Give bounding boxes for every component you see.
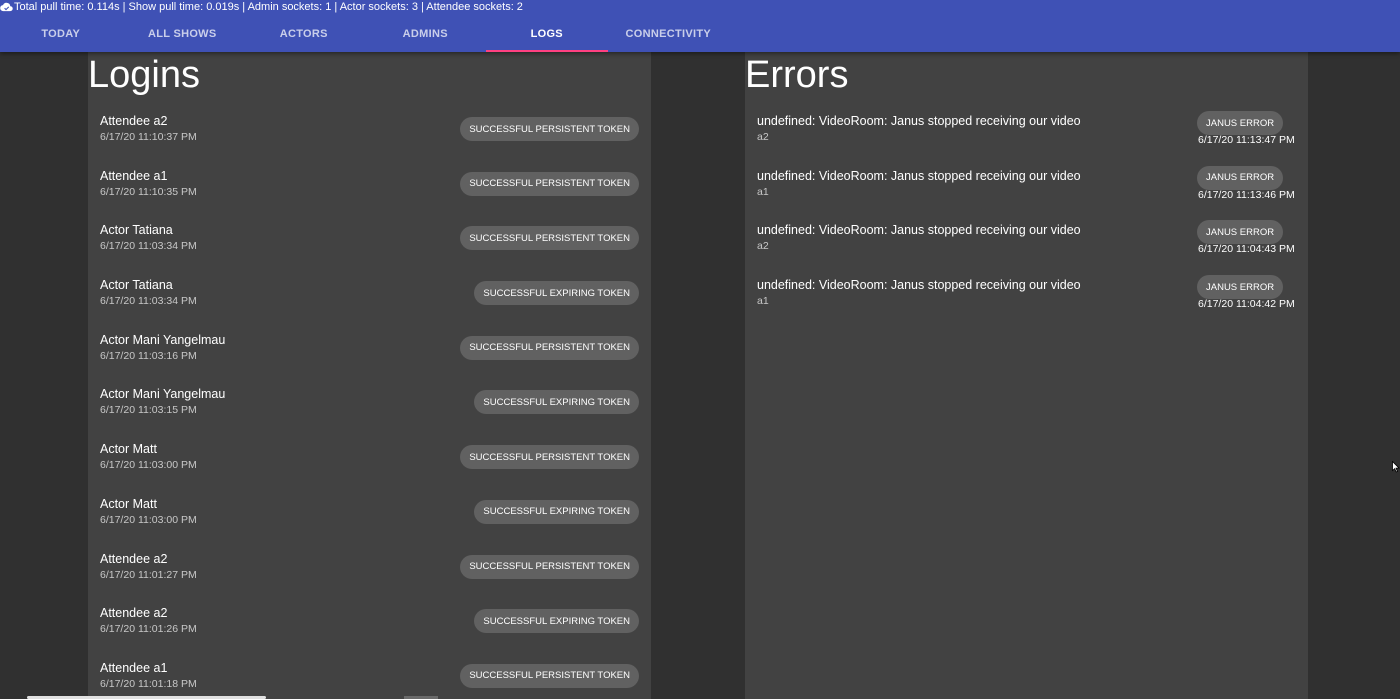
nav-tabs: TODAY ALL SHOWS ACTORS ADMINS LOGS CONNE… <box>0 16 729 52</box>
login-status-chip[interactable]: SUCCESSFUL EXPIRING TOKEN <box>474 281 639 306</box>
login-name: Attendee a2 <box>100 114 168 128</box>
login-status-chip[interactable]: SUCCESSFUL PERSISTENT TOKEN <box>460 226 639 251</box>
error-user: a1 <box>757 185 769 198</box>
list-item: Actor Mani Yangelmau 6/17/20 11:03:15 PM… <box>88 381 651 436</box>
error-type-chip[interactable]: JANUS ERROR <box>1197 220 1284 245</box>
login-time: 6/17/20 11:03:15 PM <box>100 404 197 417</box>
errors-title: Errors <box>745 54 849 96</box>
status-text: Total pull time: 0.114s | Show pull time… <box>14 1 523 13</box>
login-status-chip[interactable]: SUCCESSFUL EXPIRING TOKEN <box>474 499 639 524</box>
tab-today[interactable]: TODAY <box>0 16 122 52</box>
logins-panel: Logins Attendee a2 6/17/20 11:10:37 PM S… <box>88 52 651 699</box>
login-time: 6/17/20 11:03:34 PM <box>100 295 197 308</box>
login-time: 6/17/20 11:03:00 PM <box>100 513 197 526</box>
login-name: Attendee a1 <box>100 168 168 183</box>
error-message: undefined: VideoRoom: Janus stopped rece… <box>757 168 1081 183</box>
login-status-chip[interactable]: SUCCESSFUL PERSISTENT TOKEN <box>460 554 639 579</box>
login-status-chip[interactable]: SUCCESSFUL PERSISTENT TOKEN <box>460 117 639 141</box>
list-item: Attendee a2 6/17/20 11:10:37 PM SUCCESSF… <box>88 108 651 163</box>
list-item: Attendee a1 6/17/20 11:10:35 PM SUCCESSF… <box>88 163 651 218</box>
mouse-cursor-icon <box>1392 461 1400 473</box>
list-item: undefined: VideoRoom: Janus stopped rece… <box>745 108 1308 163</box>
login-time: 6/17/20 11:01:26 PM <box>100 623 197 636</box>
error-user: a2 <box>757 240 769 253</box>
cloud-check-icon <box>0 2 13 12</box>
login-time: 6/17/20 11:03:00 PM <box>100 459 197 472</box>
login-name: Actor Tatiana <box>100 223 173 238</box>
login-time: 6/17/20 11:01:27 PM <box>100 568 197 581</box>
error-message: undefined: VideoRoom: Janus stopped rece… <box>757 278 1081 293</box>
logins-title: Logins <box>88 54 200 96</box>
login-name: Actor Mani Yangelmau <box>100 332 226 347</box>
login-name: Attendee a2 <box>100 551 168 566</box>
list-item: undefined: VideoRoom: Janus stopped rece… <box>745 163 1308 218</box>
status-line: Total pull time: 0.114s | Show pull time… <box>0 0 523 14</box>
login-name: Attendee a1 <box>100 660 168 675</box>
login-time: 6/17/20 11:01:18 PM <box>100 677 197 690</box>
login-time: 6/17/20 11:10:35 PM <box>100 185 197 198</box>
login-time: 6/17/20 11:03:16 PM <box>100 349 197 362</box>
login-status-chip[interactable]: SUCCESSFUL PERSISTENT TOKEN <box>460 335 639 360</box>
error-time: 6/17/20 11:13:47 PM <box>1198 134 1295 146</box>
tab-actors[interactable]: ACTORS <box>243 16 365 52</box>
list-item: Attendee a2 6/17/20 11:01:27 PM SUCCESSF… <box>88 546 651 601</box>
error-type-chip[interactable]: JANUS ERROR <box>1197 111 1284 135</box>
error-time: 6/17/20 11:04:43 PM <box>1198 243 1295 256</box>
tab-logs[interactable]: LOGS <box>486 16 608 52</box>
error-type-chip[interactable]: JANUS ERROR <box>1197 165 1284 190</box>
list-item: Actor Tatiana 6/17/20 11:03:34 PM SUCCES… <box>88 272 651 327</box>
list-item: Actor Matt 6/17/20 11:03:00 PM SUCCESSFU… <box>88 436 651 491</box>
login-time: 6/17/20 11:10:37 PM <box>100 131 197 143</box>
list-item: Actor Matt 6/17/20 11:03:00 PM SUCCESSFU… <box>88 491 651 546</box>
error-time: 6/17/20 11:04:42 PM <box>1198 298 1295 311</box>
error-time: 6/17/20 11:13:46 PM <box>1198 188 1295 201</box>
tab-admins[interactable]: ADMINS <box>365 16 487 52</box>
login-status-chip[interactable]: SUCCESSFUL PERSISTENT TOKEN <box>460 171 639 196</box>
login-time: 6/17/20 11:03:34 PM <box>100 240 197 253</box>
error-message: undefined: VideoRoom: Janus stopped rece… <box>757 223 1081 238</box>
login-status-chip[interactable]: SUCCESSFUL PERSISTENT TOKEN <box>460 445 639 470</box>
login-name: Actor Mani Yangelmau <box>100 387 226 402</box>
list-item: Actor Mani Yangelmau 6/17/20 11:03:16 PM… <box>88 327 651 382</box>
error-type-chip[interactable]: JANUS ERROR <box>1197 275 1284 300</box>
login-name: Actor Matt <box>100 496 157 511</box>
error-user: a2 <box>757 131 769 143</box>
app-bar: Total pull time: 0.114s | Show pull time… <box>0 0 1400 52</box>
logins-list: Attendee a2 6/17/20 11:10:37 PM SUCCESSF… <box>88 108 651 699</box>
tab-connectivity[interactable]: CONNECTIVITY <box>608 16 730 52</box>
login-status-chip[interactable]: SUCCESSFUL EXPIRING TOKEN <box>474 609 639 634</box>
list-item: Attendee a2 6/17/20 11:01:26 PM SUCCESSF… <box>88 600 651 655</box>
login-name: Actor Tatiana <box>100 278 173 293</box>
errors-list: undefined: VideoRoom: Janus stopped rece… <box>745 108 1308 327</box>
error-user: a1 <box>757 295 769 308</box>
errors-panel: Errors undefined: VideoRoom: Janus stopp… <box>745 52 1308 699</box>
login-name: Actor Matt <box>100 442 157 457</box>
error-message: undefined: VideoRoom: Janus stopped rece… <box>757 114 1081 128</box>
list-item: undefined: VideoRoom: Janus stopped rece… <box>745 272 1308 327</box>
list-item: Attendee a1 6/17/20 11:01:18 PM SUCCESSF… <box>88 655 651 699</box>
login-name: Attendee a2 <box>100 606 168 621</box>
tab-all-shows[interactable]: ALL SHOWS <box>122 16 244 52</box>
login-status-chip[interactable]: SUCCESSFUL EXPIRING TOKEN <box>474 390 639 415</box>
list-item: undefined: VideoRoom: Janus stopped rece… <box>745 217 1308 272</box>
login-status-chip[interactable]: SUCCESSFUL PERSISTENT TOKEN <box>460 663 639 688</box>
list-item: Actor Tatiana 6/17/20 11:03:34 PM SUCCES… <box>88 217 651 272</box>
